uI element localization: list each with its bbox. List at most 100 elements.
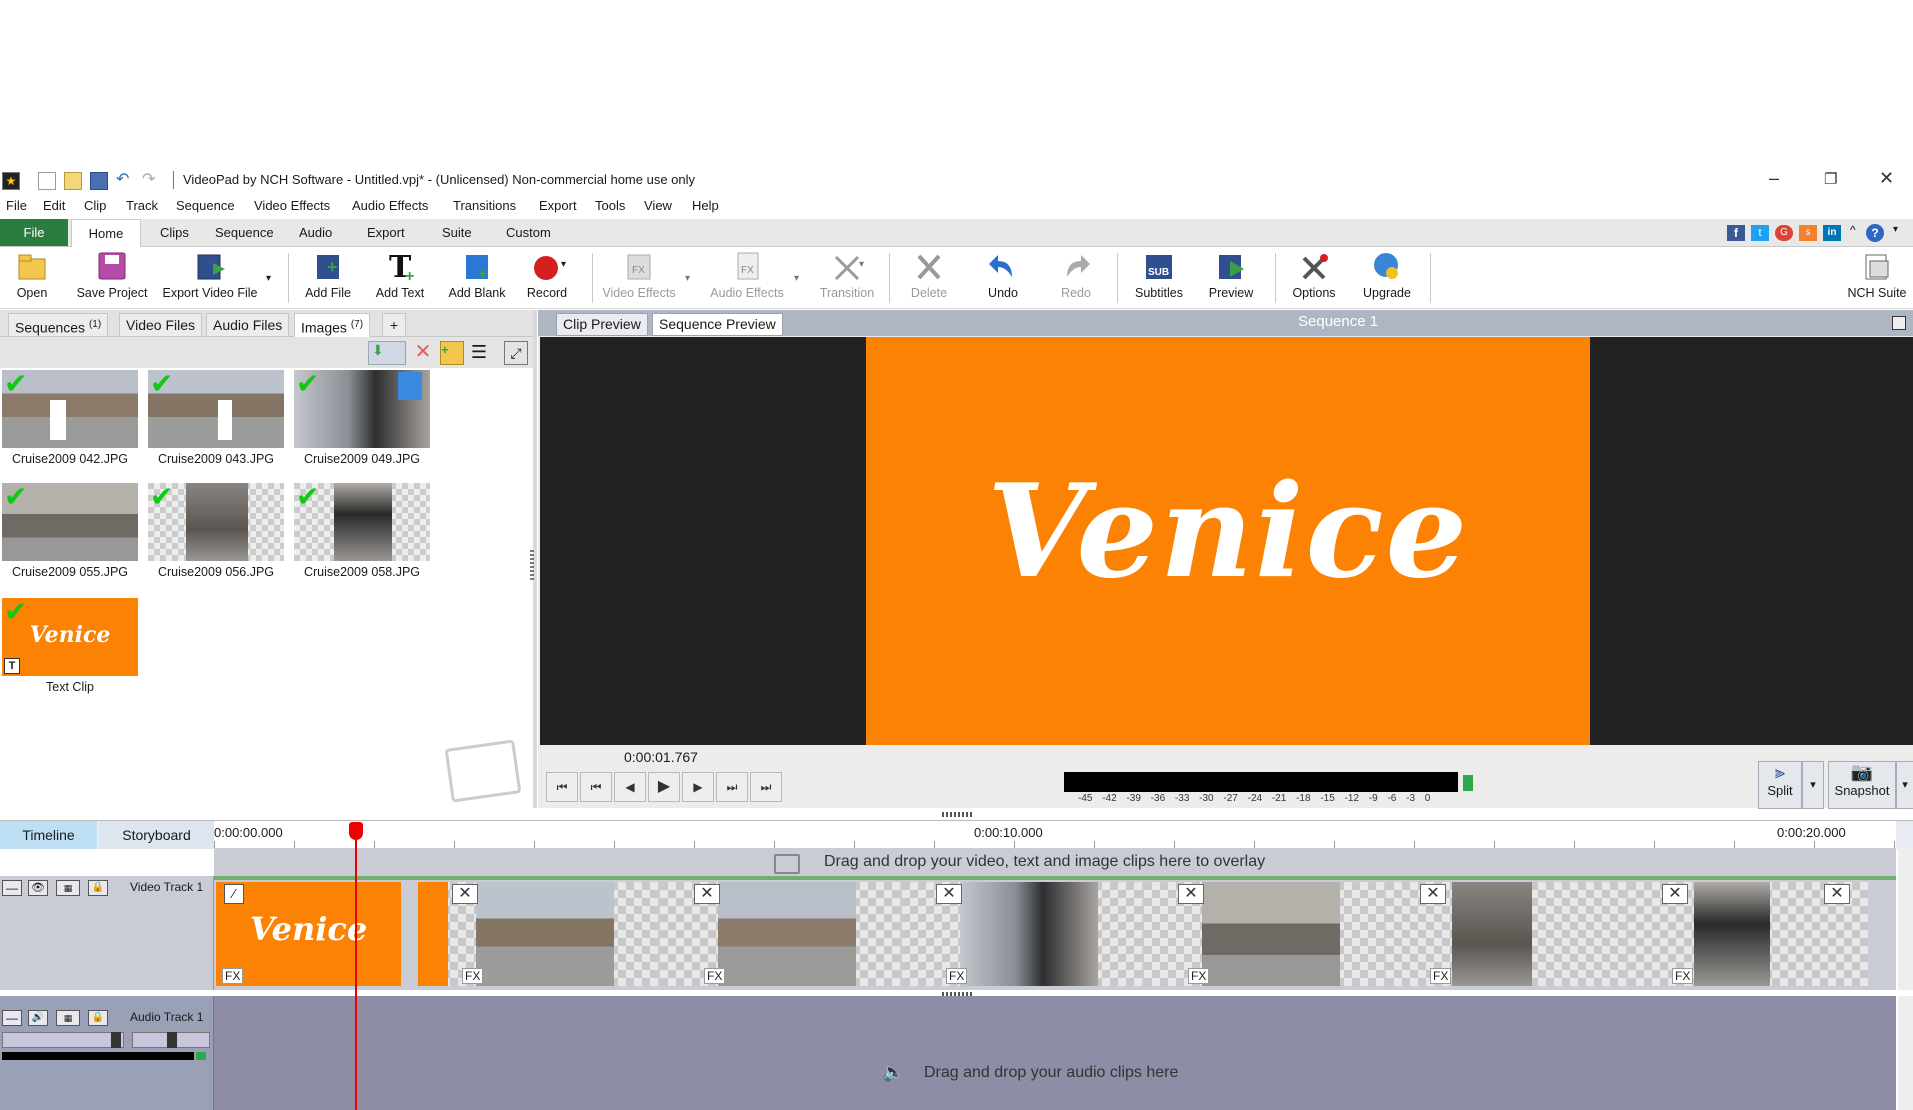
fx-label[interactable]: FX bbox=[222, 968, 244, 984]
play-button[interactable]: ▶ bbox=[648, 772, 680, 802]
bin-item-thumb[interactable]: ✔ bbox=[294, 483, 430, 561]
snapshot-dropdown-icon[interactable]: ▾ bbox=[1896, 761, 1913, 809]
step-back-button[interactable]: ◀ bbox=[614, 772, 646, 802]
video-track-scrollbar[interactable] bbox=[1898, 848, 1913, 990]
speaker-icon[interactable]: 🔊 bbox=[28, 1010, 48, 1026]
time-ruler[interactable]: 0:00:00.000 0:00:10.000 0:00:20.000 bbox=[214, 821, 1896, 849]
transition-x-icon[interactable]: ✕ bbox=[1662, 884, 1688, 904]
facebook-icon[interactable]: f bbox=[1727, 225, 1745, 241]
transition-x-icon[interactable]: ✕ bbox=[1178, 884, 1204, 904]
step-forward-button[interactable]: ▶ bbox=[682, 772, 714, 802]
timeline-clip-text[interactable]: Venice ⁄ FX bbox=[216, 882, 401, 986]
remove-icon[interactable]: ✕ bbox=[412, 341, 434, 363]
timeline-clip[interactable]: ✕ ✕ FX bbox=[1628, 882, 1868, 986]
menu-help[interactable]: Help bbox=[692, 198, 719, 213]
volume-slider[interactable] bbox=[2, 1032, 124, 1048]
audio-effects-button[interactable]: FX Audio Effects bbox=[705, 249, 789, 300]
menu-clip[interactable]: Clip bbox=[84, 198, 106, 213]
tab-sequence-preview[interactable]: Sequence Preview bbox=[652, 313, 783, 336]
transition-x-icon[interactable]: ✕ bbox=[1824, 884, 1850, 904]
bin-item-thumb[interactable]: ✔ bbox=[148, 370, 284, 448]
open-button[interactable]: Open bbox=[8, 249, 56, 300]
go-to-end-button[interactable]: ⏭ bbox=[750, 772, 782, 802]
fx-label[interactable]: FX bbox=[704, 968, 726, 984]
menu-tools[interactable]: Tools bbox=[595, 198, 625, 213]
record-button[interactable]: Record bbox=[522, 249, 572, 300]
next-clip-button[interactable]: ⏭ bbox=[716, 772, 748, 802]
delete-button[interactable]: Delete bbox=[904, 249, 954, 300]
track-effects-icon[interactable]: ▦ bbox=[56, 1010, 80, 1026]
collapse-track-icon[interactable]: — bbox=[2, 880, 22, 896]
minimize-button[interactable]: – bbox=[1769, 168, 1779, 189]
tab-custom[interactable]: Custom bbox=[506, 225, 551, 240]
transition-x-icon[interactable]: ✕ bbox=[936, 884, 962, 904]
tab-home[interactable]: Home bbox=[71, 219, 141, 248]
fade-in-icon[interactable]: ⁄ bbox=[224, 884, 244, 904]
pan-slider[interactable] bbox=[132, 1032, 210, 1048]
transition-x-icon[interactable]: ✕ bbox=[1420, 884, 1446, 904]
split-dropdown-icon[interactable]: ▾ bbox=[1802, 761, 1824, 809]
bin-item-thumb[interactable]: ✔ bbox=[148, 483, 284, 561]
add-file-button[interactable]: + Add File bbox=[301, 249, 355, 300]
video-track[interactable]: Venice ⁄ FX ✕ FX ✕ FX ✕ FX ✕ FX ✕ FX ✕ ✕… bbox=[214, 876, 1896, 990]
timeline-clip[interactable]: ✕ FX bbox=[660, 882, 900, 986]
bin-item-thumb-text-clip[interactable]: Venice ✔ T bbox=[2, 598, 138, 676]
menu-sequence[interactable]: Sequence bbox=[176, 198, 235, 213]
transition-x-icon[interactable]: ✕ bbox=[452, 884, 478, 904]
lock-icon[interactable]: 🔒 bbox=[88, 1010, 108, 1026]
menu-file[interactable]: File bbox=[6, 198, 27, 213]
add-bin-tab[interactable]: + bbox=[382, 313, 406, 337]
stumbleupon-icon[interactable]: s bbox=[1799, 225, 1817, 241]
collapse-track-icon[interactable]: — bbox=[2, 1010, 22, 1026]
preview-button[interactable]: Preview bbox=[1205, 249, 1257, 300]
lock-icon[interactable]: 🔒 bbox=[88, 880, 108, 896]
track-effects-icon[interactable]: ▦ bbox=[56, 880, 80, 896]
list-view-icon[interactable]: ☰ bbox=[468, 341, 490, 363]
audio-effects-dropdown-icon[interactable]: ▾ bbox=[794, 273, 799, 284]
bin-item-thumb[interactable]: ✔ bbox=[2, 370, 138, 448]
go-to-start-button[interactable]: ⏮ bbox=[546, 772, 578, 802]
help-dropdown-icon[interactable]: ▾ bbox=[1893, 224, 1898, 235]
save-project-button[interactable]: Save Project bbox=[70, 249, 154, 300]
tab-clip-preview[interactable]: Clip Preview bbox=[556, 313, 648, 336]
playhead-line[interactable] bbox=[355, 826, 357, 1110]
linkedin-icon[interactable]: in bbox=[1823, 225, 1841, 241]
record-dropdown-icon[interactable]: ▾ bbox=[561, 259, 566, 270]
bin-item-thumb[interactable]: ✔ bbox=[2, 483, 138, 561]
timeline-clip[interactable]: ✕ FX bbox=[418, 882, 658, 986]
transition-x-icon[interactable]: ✕ bbox=[694, 884, 720, 904]
video-display[interactable]: Venice bbox=[540, 337, 1913, 745]
tab-audio[interactable]: Audio bbox=[299, 225, 332, 240]
timeline-clip[interactable]: ✕ FX bbox=[902, 882, 1142, 986]
timeline-clip[interactable]: ✕ FX bbox=[1144, 882, 1384, 986]
panel-splitter[interactable] bbox=[530, 550, 534, 580]
vertical-splitter[interactable] bbox=[942, 812, 972, 817]
transition-button[interactable]: Transition bbox=[815, 249, 879, 300]
audio-drop-zone[interactable]: 🔈 Drag and drop your audio clips here bbox=[214, 996, 1896, 1110]
close-button[interactable]: ✕ bbox=[1879, 168, 1894, 189]
transition-dropdown-icon[interactable]: ▾ bbox=[859, 259, 864, 270]
help-icon[interactable]: ? bbox=[1866, 224, 1884, 242]
undo-icon[interactable]: ↶ bbox=[116, 172, 132, 188]
save-icon[interactable] bbox=[90, 172, 108, 190]
open-folder-icon[interactable] bbox=[64, 172, 82, 190]
overlay-drop-zone[interactable]: Drag and drop your video, text and image… bbox=[214, 848, 1896, 876]
new-file-icon[interactable] bbox=[38, 172, 56, 190]
eye-icon[interactable]: 👁 bbox=[28, 880, 48, 896]
redo-button[interactable]: Redo bbox=[1051, 249, 1101, 300]
restore-button[interactable]: ❐ bbox=[1824, 170, 1837, 188]
tab-audio-files[interactable]: Audio Files bbox=[206, 313, 290, 337]
tab-clips[interactable]: Clips bbox=[160, 225, 189, 240]
menu-audio-effects[interactable]: Audio Effects bbox=[352, 198, 428, 213]
sort-down-icon[interactable]: ⬇ bbox=[368, 341, 406, 365]
add-folder-icon[interactable]: + bbox=[440, 341, 464, 365]
menu-track[interactable]: Track bbox=[126, 198, 158, 213]
options-button[interactable]: Options bbox=[1289, 249, 1339, 300]
fx-label[interactable]: FX bbox=[1188, 968, 1210, 984]
tab-export[interactable]: Export bbox=[367, 225, 405, 240]
upgrade-button[interactable]: Upgrade bbox=[1361, 249, 1413, 300]
pan-slider-thumb[interactable] bbox=[167, 1032, 177, 1048]
tab-timeline[interactable]: Timeline bbox=[0, 821, 97, 849]
fx-label[interactable]: FX bbox=[1672, 968, 1694, 984]
menu-view[interactable]: View bbox=[644, 198, 672, 213]
